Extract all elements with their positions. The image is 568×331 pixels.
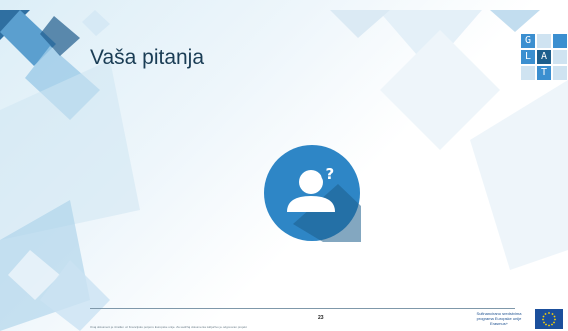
footer-disclaimer: Ovaj dokument je izrađen uz financijsku … [90,325,247,329]
slide-title: Vaša pitanja [90,46,205,69]
logo-cell-blank-3 [553,50,567,64]
footer-divider [90,308,515,309]
svg-text:?: ? [326,165,335,183]
small-diamond [82,10,110,36]
top-center-triangle [330,10,390,38]
eu-cofinance-text: Sufinancirano sredstvima programa Europs… [467,311,531,326]
logo-cell-blank-5 [553,66,567,80]
logo-cell-a: A [537,50,551,64]
user-question-icon: ? [263,144,361,242]
logo-cell-g: G [521,34,535,48]
page-number: 23 [318,315,324,321]
logo-cell-blank-4 [521,66,535,80]
right-panel [470,80,568,270]
right-diamond [380,30,500,150]
logo-cell-blank-1 [537,34,551,48]
logo-cell-l: L [521,50,535,64]
eu-line-3: Erasmus+ [489,321,509,326]
glat-logo: G L A T [521,34,568,94]
presentation-slide: Vaša pitanja G L A T ? 23 Ovaj dokument … [0,0,568,331]
logo-cell-t: T [537,66,551,80]
logo-cell-blank-2 [553,34,567,48]
top-right-small-triangle [490,10,540,32]
eu-flag-icon [535,309,563,329]
